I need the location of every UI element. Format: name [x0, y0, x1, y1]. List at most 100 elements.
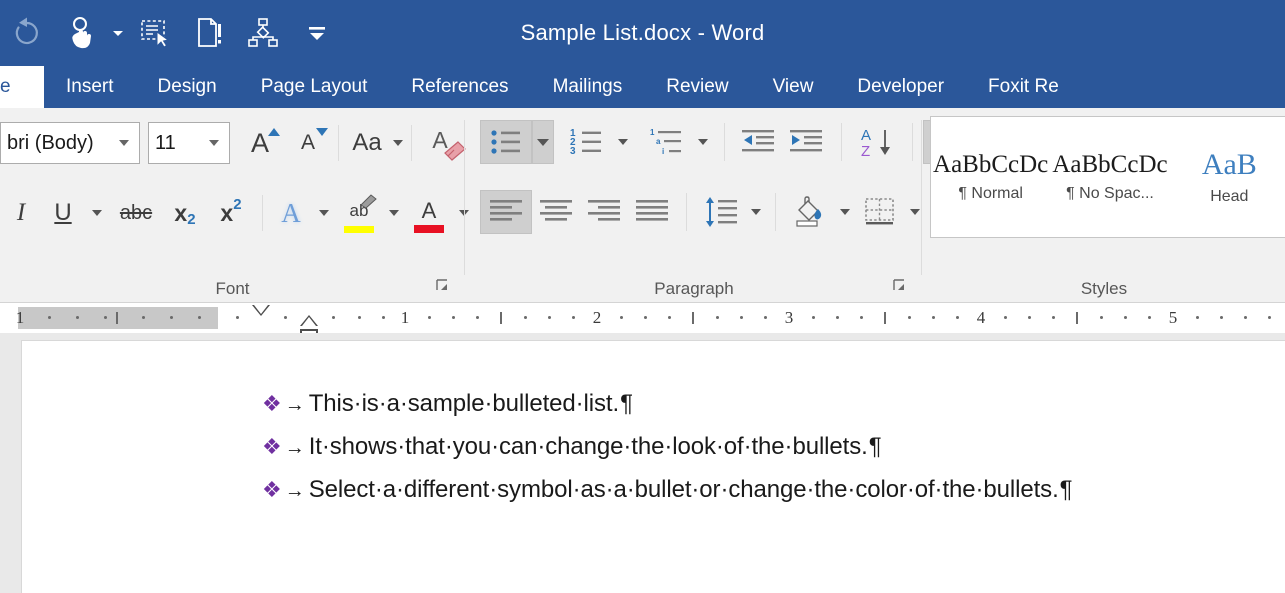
- divider: [686, 193, 687, 231]
- align-center-button[interactable]: [532, 190, 580, 234]
- divider: [411, 125, 412, 161]
- bullets-button[interactable]: [480, 120, 532, 164]
- list-item[interactable]: ❖ → Select·a·different·symbol·as·a·bulle…: [262, 469, 1262, 512]
- paragraph-mark-icon: ¶: [869, 426, 882, 467]
- italic-button[interactable]: I: [0, 190, 42, 236]
- ruler-number: 3: [785, 308, 794, 328]
- touch-mode-dropdown-caret[interactable]: [108, 8, 128, 58]
- styles-gallery: AaBbCcDc ¶ Normal AaBbCcDc ¶ No Spac... …: [930, 116, 1285, 238]
- style-preview: AaBbCcDc: [1052, 151, 1167, 179]
- change-case-button[interactable]: Aa: [345, 120, 389, 166]
- underline-button[interactable]: U: [42, 190, 84, 236]
- justify-button[interactable]: [628, 190, 676, 234]
- align-left-button[interactable]: [480, 190, 532, 234]
- first-line-indent-marker[interactable]: [252, 305, 270, 316]
- list-item-text: It·shows·that·you·can·change·the·look·of…: [309, 426, 868, 467]
- increase-indent-icon: [790, 128, 824, 156]
- sort-button[interactable]: A Z: [852, 120, 902, 164]
- tab-insert[interactable]: Insert: [44, 66, 136, 108]
- quick-access-toolbar: [0, 0, 344, 66]
- shading-button[interactable]: [784, 190, 834, 234]
- tab-foxit-reader[interactable]: Foxit Re: [966, 66, 1081, 108]
- hanging-indent-marker[interactable]: [300, 315, 318, 326]
- bullet-glyph-icon: ❖: [262, 383, 282, 424]
- paragraph-dialog-launcher[interactable]: [892, 279, 908, 295]
- document-alert-icon[interactable]: [182, 8, 236, 58]
- multilevel-dropdown-caret[interactable]: [692, 120, 714, 164]
- decrease-indent-button[interactable]: [735, 120, 783, 164]
- shading-dropdown-caret[interactable]: [834, 190, 856, 234]
- align-center-icon: [539, 198, 573, 226]
- svg-text:A: A: [861, 127, 871, 144]
- change-case-dropdown-caret[interactable]: [389, 140, 403, 146]
- font-dialog-launcher[interactable]: [435, 279, 451, 295]
- tab-review[interactable]: Review: [644, 66, 750, 108]
- customize-qat-icon[interactable]: [290, 8, 344, 58]
- horizontal-ruler[interactable]: 1 1 2 3 4 5: [0, 303, 1285, 333]
- highlight-dropdown-caret[interactable]: [381, 210, 407, 216]
- highlighter-pen-icon: [358, 194, 380, 208]
- select-objects-icon[interactable]: [128, 8, 182, 58]
- paragraph-mark-icon: ¶: [620, 383, 633, 424]
- list-item[interactable]: ❖ → It·shows·that·you·can·change·the·loo…: [262, 426, 1262, 469]
- svg-text:Z: Z: [861, 143, 870, 158]
- tab-design[interactable]: Design: [136, 66, 239, 108]
- underline-dropdown-caret[interactable]: [84, 210, 110, 216]
- justify-icon: [635, 198, 669, 226]
- divider: [775, 193, 776, 231]
- line-spacing-dropdown-caret[interactable]: [745, 190, 767, 234]
- shrink-font-button[interactable]: A: [284, 120, 332, 166]
- group-divider: [921, 120, 922, 275]
- align-right-icon: [587, 198, 621, 226]
- ribbon: bri (Body) 11 A A Aa: [0, 108, 1285, 303]
- borders-button[interactable]: [856, 190, 904, 234]
- bullets-dropdown-caret[interactable]: [532, 120, 554, 164]
- multilevel-list-icon: 1 a i: [650, 127, 684, 157]
- style-item-heading1[interactable]: AaB Head: [1170, 117, 1285, 237]
- tab-mark-icon: →: [285, 428, 305, 469]
- svg-text:i: i: [662, 147, 664, 156]
- strikethrough-button[interactable]: abc: [110, 190, 162, 236]
- style-preview: AaB: [1202, 148, 1257, 182]
- tab-page-layout[interactable]: Page Layout: [239, 66, 390, 108]
- font-name-combo[interactable]: bri (Body): [0, 122, 140, 164]
- font-name-dropdown-caret[interactable]: [109, 140, 139, 146]
- superscript-button[interactable]: x2: [208, 190, 254, 236]
- shrink-font-arrow-icon: [316, 128, 328, 137]
- subscript-button[interactable]: x2: [162, 190, 208, 236]
- italic-label: I: [17, 199, 25, 227]
- multilevel-list-button[interactable]: 1 a i: [642, 120, 692, 164]
- font-color-button[interactable]: A: [407, 190, 451, 236]
- font-size-combo[interactable]: 11: [148, 122, 230, 164]
- style-item-normal[interactable]: AaBbCcDc ¶ Normal: [931, 117, 1050, 237]
- style-item-no-spacing[interactable]: AaBbCcDc ¶ No Spac...: [1050, 117, 1169, 237]
- tab-home[interactable]: e: [0, 66, 44, 108]
- font-size-dropdown-caret[interactable]: [199, 140, 229, 146]
- styles-group-label: Styles: [923, 279, 1285, 299]
- text-highlight-button[interactable]: ab: [337, 190, 381, 236]
- tab-developer[interactable]: Developer: [835, 66, 966, 108]
- tab-mailings[interactable]: Mailings: [531, 66, 645, 108]
- touch-mouse-mode-icon[interactable]: [54, 8, 108, 58]
- text-effects-button[interactable]: A: [271, 190, 311, 236]
- numbering-dropdown-caret[interactable]: [612, 120, 634, 164]
- grow-font-label: A: [251, 128, 269, 159]
- tab-view[interactable]: View: [751, 66, 836, 108]
- text-effects-dropdown-caret[interactable]: [311, 210, 337, 216]
- change-case-label: Aa: [352, 129, 381, 157]
- superscript-label: x: [220, 200, 233, 227]
- clear-formatting-button[interactable]: A: [420, 120, 468, 166]
- numbering-button[interactable]: 1 2 3: [562, 120, 612, 164]
- divider: [338, 125, 339, 161]
- grow-font-button[interactable]: A: [236, 120, 284, 166]
- redo-icon[interactable]: [0, 8, 54, 58]
- organization-chart-icon[interactable]: [236, 8, 290, 58]
- line-spacing-button[interactable]: [697, 190, 745, 234]
- paragraph-group-label: Paragraph: [466, 279, 922, 299]
- align-right-button[interactable]: [580, 190, 628, 234]
- increase-indent-button[interactable]: [783, 120, 831, 164]
- tab-references[interactable]: References: [389, 66, 530, 108]
- list-item[interactable]: ❖ → This·is·a·sample·bulleted·list. ¶: [262, 383, 1262, 426]
- svg-text:a: a: [656, 137, 661, 146]
- document-page[interactable]: ❖ → This·is·a·sample·bulleted·list. ¶ ❖ …: [22, 341, 1285, 593]
